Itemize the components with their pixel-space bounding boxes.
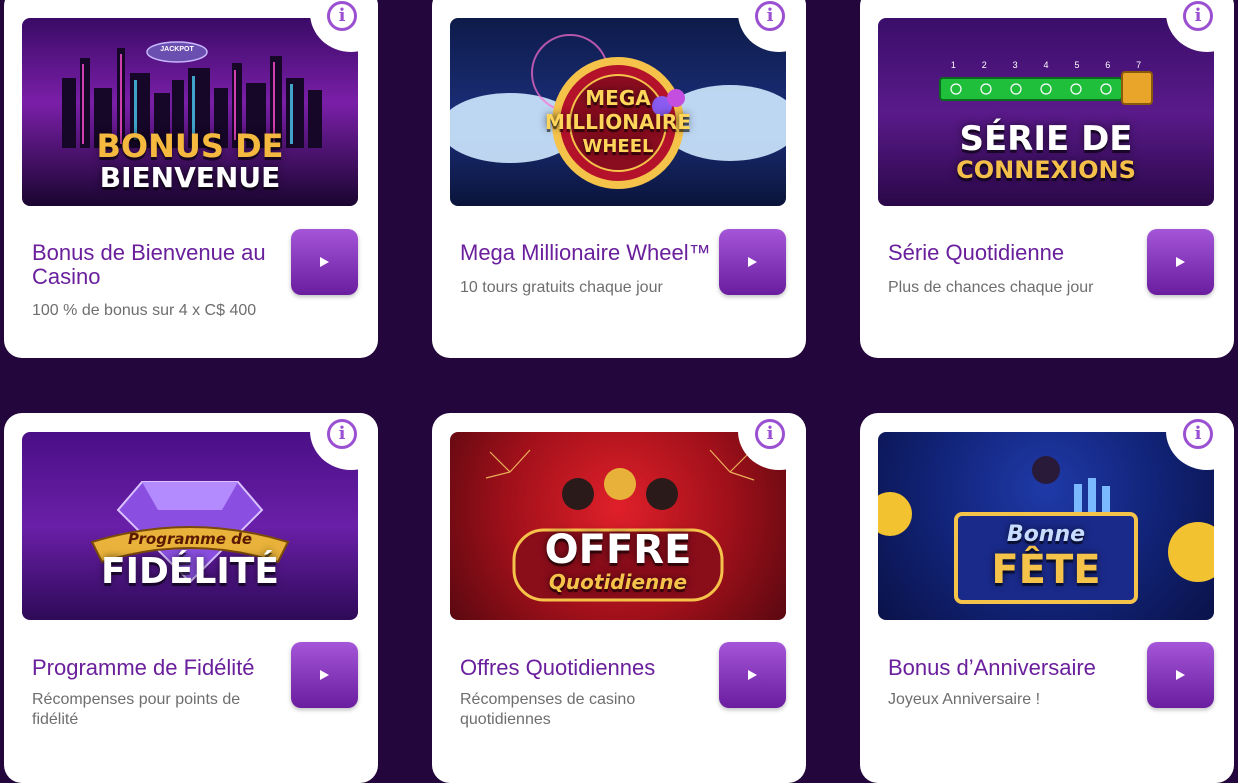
info-icon: i xyxy=(755,1,785,31)
promo-card-bienvenue[interactable]: JACKPOT BONUS DE BIENVENUE i Bonus de Bi… xyxy=(4,0,378,358)
play-icon xyxy=(320,670,329,680)
promo-banner-anniversaire[interactable]: Bonne FÊTE xyxy=(878,432,1214,620)
play-button[interactable] xyxy=(719,229,786,295)
info-icon: i xyxy=(1183,419,1213,449)
info-icon: i xyxy=(327,1,357,31)
promo-title[interactable]: Bonus de Bienvenue au Casino xyxy=(32,241,282,289)
banner-line1: MEGA xyxy=(585,86,651,110)
promo-subtitle: Plus de chances chaque jour xyxy=(888,279,1094,296)
promo-subtitle: 10 tours gratuits chaque jour xyxy=(460,279,663,296)
promo-title[interactable]: Bonus d’Anniversaire xyxy=(888,656,1148,680)
promo-banner-bienvenue[interactable]: JACKPOT BONUS DE BIENVENUE xyxy=(22,18,358,206)
promo-card-fidelite[interactable]: Programme de FIDÉLITÉ i Programme de Fid… xyxy=(4,413,378,783)
promo-title[interactable]: Série Quotidienne xyxy=(888,241,1138,265)
banner-line2: FIDÉLITÉ xyxy=(101,551,279,592)
promo-card-anniversaire[interactable]: Bonne FÊTE i Bonus d’Anniversaire Joyeux… xyxy=(860,413,1234,783)
info-icon: i xyxy=(327,419,357,449)
banner-line1: Bonne xyxy=(1006,522,1086,547)
info-icon: i xyxy=(1183,1,1213,31)
banner-line2: Quotidienne xyxy=(548,570,688,594)
banner-line1: BONUS DE xyxy=(96,127,284,165)
play-button[interactable] xyxy=(291,229,358,295)
promo-subtitle: 100 % de bonus sur 4 x C$ 400 xyxy=(32,302,257,319)
promo-banner-offres[interactable]: OFFRE Quotidienne xyxy=(450,432,786,620)
promo-subtitle: Joyeux Anniversaire ! xyxy=(888,691,1041,708)
promo-banner-mega-wheel[interactable]: MEGA MILLIONAIRE WHEEL xyxy=(450,18,786,206)
banner-line1: Programme de xyxy=(127,530,253,548)
banner-line1: OFFRE xyxy=(544,527,692,573)
play-button[interactable] xyxy=(719,642,786,708)
play-icon xyxy=(748,257,757,267)
promo-banner-serie[interactable]: 1 2 3 4 5 6 7 SÉRIE DE CONNEXIONS xyxy=(878,18,1214,206)
promo-banner-fidelite[interactable]: Programme de FIDÉLITÉ xyxy=(22,432,358,620)
play-button[interactable] xyxy=(291,642,358,708)
promo-card-mega-wheel[interactable]: MEGA MILLIONAIRE WHEEL i Mega Millionair… xyxy=(432,0,806,358)
banner-line1: SÉRIE DE xyxy=(959,119,1133,159)
promo-title[interactable]: Mega Millionaire Wheel™ xyxy=(460,241,730,265)
info-icon: i xyxy=(755,419,785,449)
blimp-label: JACKPOT xyxy=(160,46,194,53)
banner-line3: WHEEL xyxy=(582,136,654,157)
banner-line2: FÊTE xyxy=(991,547,1101,593)
banner-line2: MILLIONAIRE xyxy=(545,110,691,134)
play-icon xyxy=(1176,670,1185,680)
promo-subtitle: Récompenses pour points de fidélité xyxy=(32,691,241,728)
banner-line2: CONNEXIONS xyxy=(956,156,1136,184)
promo-subtitle: Récompenses de casino quotidiennes xyxy=(460,691,636,728)
banner-line2: BIENVENUE xyxy=(99,161,281,194)
play-icon xyxy=(748,670,757,680)
play-button[interactable] xyxy=(1147,642,1214,708)
play-icon xyxy=(1176,257,1185,267)
play-button[interactable] xyxy=(1147,229,1214,295)
play-icon xyxy=(320,257,329,267)
promo-card-offres[interactable]: OFFRE Quotidienne i Offres Quotidiennes … xyxy=(432,413,806,783)
promo-card-serie[interactable]: 1 2 3 4 5 6 7 SÉRIE DE CONNEXIONS i Séri… xyxy=(860,0,1234,358)
promo-title[interactable]: Programme de Fidélité xyxy=(32,656,292,680)
promo-title[interactable]: Offres Quotidiennes xyxy=(460,656,720,680)
